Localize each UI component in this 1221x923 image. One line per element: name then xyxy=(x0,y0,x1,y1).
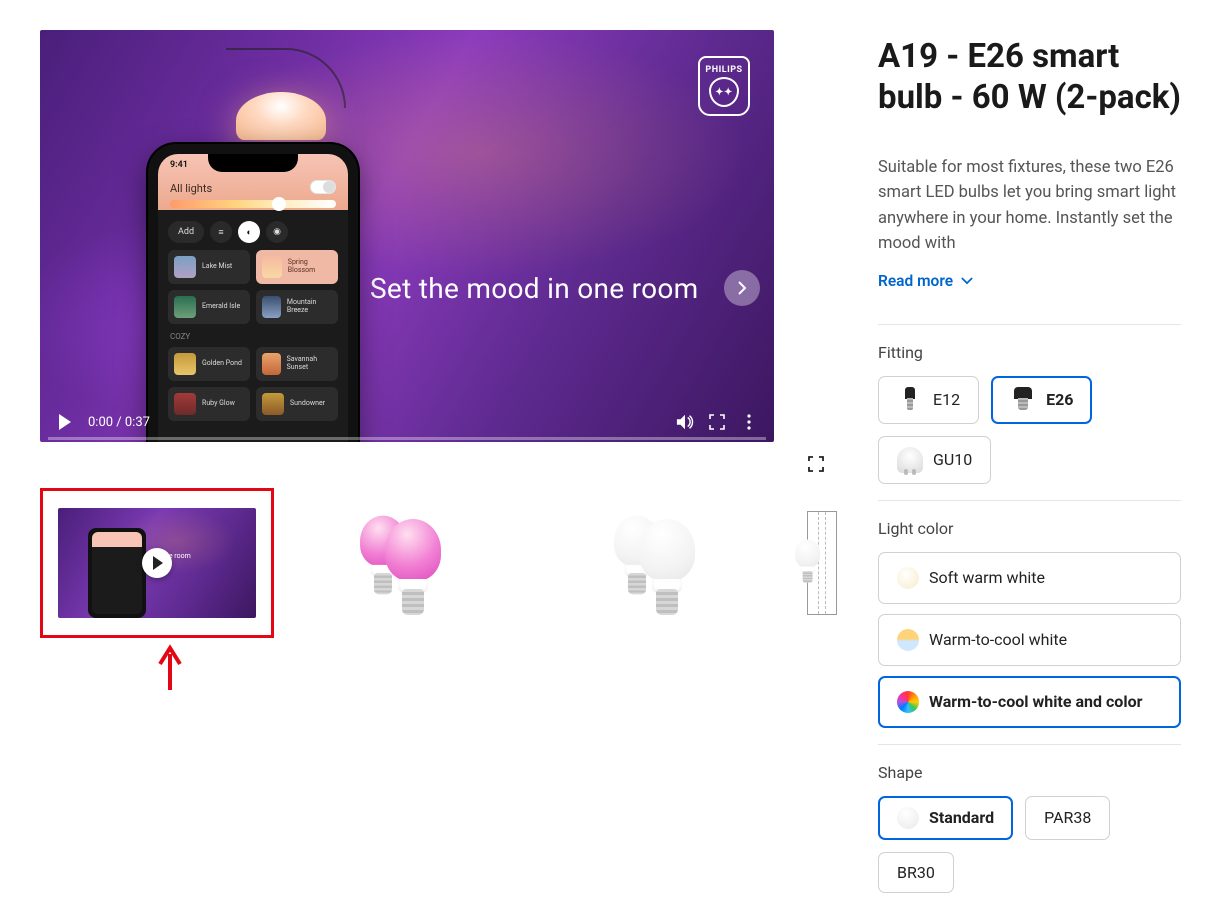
play-icon xyxy=(58,414,72,430)
next-media-button[interactable] xyxy=(724,270,760,306)
e26-bulb-icon xyxy=(1010,387,1036,413)
gu10-bulb-icon xyxy=(897,447,923,473)
color-option-warm-to-cool-white[interactable]: Warm-to-cool white xyxy=(878,614,1181,666)
color-option-soft-warm-white[interactable]: Soft warm white xyxy=(878,552,1181,604)
warm-cool-white-swatch-icon xyxy=(897,629,919,651)
product-video[interactable]: PHILIPS Set the mood in one room 9:41 Al… xyxy=(40,30,774,442)
product-description: Suitable for most fixtures, these two E2… xyxy=(878,155,1181,257)
list-icon: ≡ xyxy=(210,221,232,243)
shape-option-par38[interactable]: PAR38 xyxy=(1025,796,1110,840)
rgb-swatch-icon xyxy=(897,691,919,713)
shape-option-br30[interactable]: BR30 xyxy=(878,852,954,893)
product-title: A19 - E26 smart bulb - 60 W (2-pack) xyxy=(878,36,1181,119)
more-vert-icon xyxy=(747,414,751,430)
volume-icon xyxy=(676,413,694,431)
standard-bulb-icon xyxy=(897,807,919,829)
read-more-label: Read more xyxy=(878,272,953,290)
fitting-option-gu10[interactable]: GU10 xyxy=(878,436,991,484)
video-time-display: 0:00 / 0:37 xyxy=(88,415,150,430)
chevron-right-icon xyxy=(736,281,748,295)
volume-button[interactable] xyxy=(676,413,694,431)
all-lights-toggle xyxy=(310,180,336,194)
light-color-options: Soft warm white Warm-to-cool white Warm-… xyxy=(878,552,1181,728)
phone-screen-title: All lights xyxy=(170,182,212,195)
more-options-button[interactable] xyxy=(740,413,758,431)
play-button[interactable] xyxy=(56,413,74,431)
annotation-arrow xyxy=(156,644,842,696)
thumbnail-dimensions-partial[interactable] xyxy=(802,488,842,638)
phone-mockup: 9:41 All lights Add ≡ ◐ ◉ Lake Mist Spri… xyxy=(148,144,358,442)
fullscreen-icon xyxy=(709,414,725,430)
shape-option-standard[interactable]: Standard xyxy=(878,796,1013,840)
shield-icon xyxy=(709,77,739,107)
play-icon xyxy=(152,556,164,570)
scene-grid: Lake Mist Spring Blossom Emerald Isle Mo… xyxy=(168,250,338,421)
chevron-down-icon xyxy=(961,275,973,287)
media-thumbnails: d in one room xyxy=(40,488,842,638)
arrow-up-icon xyxy=(156,644,184,692)
fitting-options: E12 E26 GU10 xyxy=(878,376,1181,484)
fullscreen-button[interactable] xyxy=(708,413,726,431)
gallery-fullscreen-button[interactable] xyxy=(808,456,824,472)
brand-name: PHILIPS xyxy=(705,65,742,75)
e12-bulb-icon xyxy=(897,387,923,413)
soft-warm-white-swatch-icon xyxy=(897,567,919,589)
play-overlay xyxy=(142,548,172,578)
shape-label: Shape xyxy=(878,763,1181,782)
expand-icon xyxy=(808,456,824,472)
thumbnail-video[interactable]: d in one room xyxy=(40,488,274,638)
philips-badge: PHILIPS xyxy=(698,56,750,116)
fitting-label: Fitting xyxy=(878,343,1181,362)
video-overlay-caption: Set the mood in one room xyxy=(370,272,699,305)
read-more-link[interactable]: Read more xyxy=(878,272,973,290)
divider xyxy=(878,500,1181,501)
phone-mode-row: Add ≡ ◐ ◉ xyxy=(168,220,338,244)
media-column: PHILIPS Set the mood in one room 9:41 Al… xyxy=(40,30,842,893)
color-picker-icon: ◉ xyxy=(266,221,288,243)
phone-status-time: 9:41 xyxy=(170,160,188,170)
video-controls: 0:00 / 0:37 xyxy=(40,402,774,442)
divider xyxy=(878,744,1181,745)
product-info: A19 - E26 smart bulb - 60 W (2-pack) Sui… xyxy=(878,30,1181,893)
shape-options: Standard PAR38 BR30 xyxy=(878,796,1181,893)
fitting-option-e26[interactable]: E26 xyxy=(991,376,1092,424)
color-option-warm-to-cool-white-and-color[interactable]: Warm-to-cool white and color xyxy=(878,676,1181,728)
add-scene-pill: Add xyxy=(168,221,204,243)
scene-picker-icon: ◐ xyxy=(238,221,260,243)
fitting-option-e12[interactable]: E12 xyxy=(878,376,979,424)
thumbnail-bulbs-color[interactable] xyxy=(294,488,528,638)
thumbnail-bulbs-white[interactable] xyxy=(548,488,782,638)
product-page: PHILIPS Set the mood in one room 9:41 Al… xyxy=(40,30,1181,893)
divider xyxy=(878,324,1181,325)
video-scrubber[interactable] xyxy=(48,437,766,440)
brightness-slider xyxy=(170,200,336,208)
light-color-label: Light color xyxy=(878,519,1181,538)
floor-lamp-graphic xyxy=(226,48,336,158)
